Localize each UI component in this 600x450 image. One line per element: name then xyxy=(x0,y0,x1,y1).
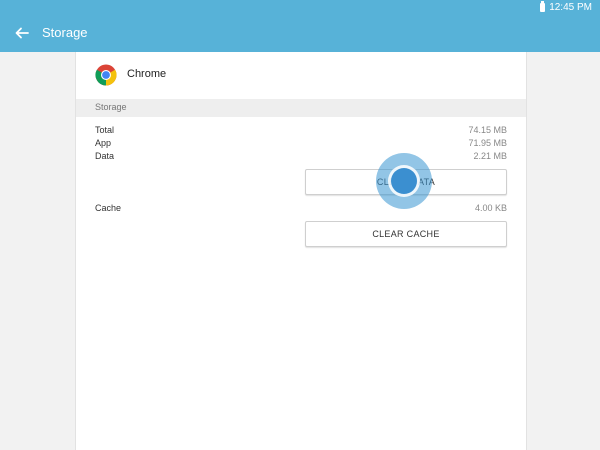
row-label: Cache xyxy=(95,203,122,213)
row-value: 2.21 MB xyxy=(473,151,507,161)
row-label: Data xyxy=(95,151,115,161)
row-value: 74.15 MB xyxy=(468,125,507,135)
status-bar: 12:45 PM xyxy=(0,0,600,14)
page-title: Storage xyxy=(42,25,88,40)
clear-cache-button[interactable]: CLEAR CACHE xyxy=(305,221,507,247)
row-value: 71.95 MB xyxy=(468,138,507,148)
app-bar: Storage xyxy=(0,14,600,52)
storage-row-app: App 71.95 MB xyxy=(95,138,507,150)
app-name: Chrome xyxy=(127,68,167,80)
clear-data-button[interactable]: CLEAR DATA xyxy=(305,169,507,195)
section-title: Storage xyxy=(95,102,127,112)
chrome-icon xyxy=(95,64,117,86)
row-label: Total xyxy=(95,125,115,135)
back-arrow-icon[interactable] xyxy=(12,23,32,43)
battery-icon xyxy=(540,0,546,12)
storage-row-data: Data 2.21 MB xyxy=(95,151,507,163)
storage-section-header: Storage xyxy=(76,99,526,117)
status-time: 12:45 PM xyxy=(549,1,592,13)
storage-row-total: Total 74.15 MB xyxy=(95,125,507,137)
content-card: Chrome Storage Total 74.15 MB App 71.95 … xyxy=(75,52,527,450)
status-right: 12:45 PM xyxy=(540,0,592,13)
row-label: App xyxy=(95,138,112,148)
storage-row-cache: Cache 4.00 KB xyxy=(95,203,507,215)
row-value: 4.00 KB xyxy=(474,203,507,213)
app-header: Chrome xyxy=(76,52,526,98)
